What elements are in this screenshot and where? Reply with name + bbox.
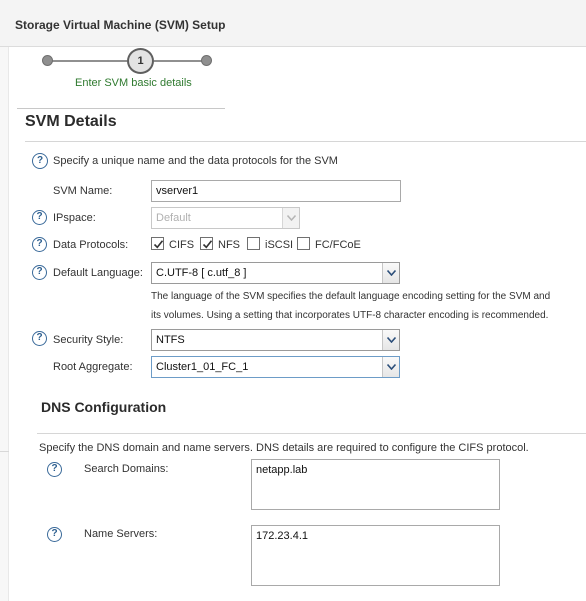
cifs-label: CIFS	[169, 239, 195, 251]
stepper-line-right	[154, 60, 207, 62]
section-title: SVM Details	[25, 113, 117, 130]
section-divider	[25, 141, 586, 142]
left-panel-edge	[0, 47, 9, 601]
root-aggregate-value: Cluster1_01_FC_1	[156, 361, 249, 373]
ipspace-help-icon[interactable]: ?	[32, 210, 47, 225]
default-language-value: C.UTF-8 [ c.utf_8 ]	[156, 267, 247, 279]
name-servers-textarea[interactable]: 172.23.4.1	[251, 525, 500, 586]
security-style-dropdown-button[interactable]	[382, 330, 399, 350]
stepper-line-left	[49, 60, 127, 62]
checkmark-icon	[202, 240, 213, 249]
data-protocols-label: Data Protocols:	[53, 239, 129, 251]
intro-text: Specify a unique name and the data proto…	[53, 155, 338, 167]
name-servers-label: Name Servers:	[84, 528, 158, 540]
stepper-start-dot	[42, 55, 53, 66]
chevron-down-icon	[387, 337, 396, 343]
fcfcoe-label: FC/FCoE	[315, 239, 361, 251]
default-language-help-icon[interactable]: ?	[32, 265, 47, 280]
stepper-current-step: 1	[127, 48, 154, 74]
default-language-description-line2: its volumes. Using a setting that incorp…	[151, 310, 549, 321]
root-aggregate-label: Root Aggregate:	[53, 361, 133, 373]
security-style-value: NTFS	[156, 334, 185, 346]
wizard-content: 1 Enter SVM basic details SVM Details ? …	[9, 47, 586, 601]
checkmark-icon	[153, 240, 164, 249]
dns-description: Specify the DNS domain and name servers.…	[39, 442, 529, 454]
dns-section-divider	[37, 433, 586, 434]
stepper-end-dot	[201, 55, 212, 66]
default-language-description: The language of the SVM specifies the de…	[151, 287, 581, 325]
security-style-label: Security Style:	[53, 334, 124, 346]
chevron-down-icon	[387, 364, 396, 370]
iscsi-checkbox[interactable]	[247, 237, 260, 250]
root-aggregate-dropdown-button[interactable]	[382, 357, 399, 377]
security-style-help-icon[interactable]: ?	[32, 331, 47, 346]
cifs-checkbox[interactable]	[151, 237, 164, 250]
search-domains-textarea[interactable]: netapp.lab	[251, 459, 500, 510]
svm-name-label: SVM Name:	[53, 185, 113, 197]
security-style-select[interactable]: NTFS	[151, 329, 400, 351]
ipspace-dropdown-button	[282, 208, 299, 228]
name-servers-help-icon[interactable]: ?	[47, 527, 62, 542]
svm-name-input[interactable]: vserver1	[151, 180, 401, 202]
dns-section-title: DNS Configuration	[41, 399, 167, 415]
root-aggregate-select[interactable]: Cluster1_01_FC_1	[151, 356, 400, 378]
chevron-down-icon	[387, 270, 396, 276]
data-protocols-help-icon[interactable]: ?	[32, 237, 47, 252]
window-title: Storage Virtual Machine (SVM) Setup	[15, 18, 226, 32]
title-bar: Storage Virtual Machine (SVM) Setup	[0, 0, 586, 47]
nfs-label: NFS	[218, 239, 240, 251]
ipspace-value: Default	[156, 212, 191, 224]
ipspace-select: Default	[151, 207, 300, 229]
search-domains-help-icon[interactable]: ?	[47, 462, 62, 477]
iscsi-label: iSCSI	[265, 239, 294, 251]
default-language-select[interactable]: C.UTF-8 [ c.utf_8 ]	[151, 262, 400, 284]
fcfcoe-checkbox[interactable]	[297, 237, 310, 250]
help-icon[interactable]: ?	[32, 153, 48, 169]
stepper-divider	[17, 108, 225, 109]
nfs-checkbox[interactable]	[200, 237, 213, 250]
default-language-dropdown-button[interactable]	[382, 263, 399, 283]
default-language-description-line1: The language of the SVM specifies the de…	[151, 291, 551, 302]
chevron-down-icon	[287, 215, 296, 221]
ipspace-label: IPspace:	[53, 212, 96, 224]
default-language-label: Default Language:	[53, 267, 143, 279]
stepper-current-label: Enter SVM basic details	[75, 77, 192, 89]
search-domains-label: Search Domains:	[84, 463, 169, 475]
